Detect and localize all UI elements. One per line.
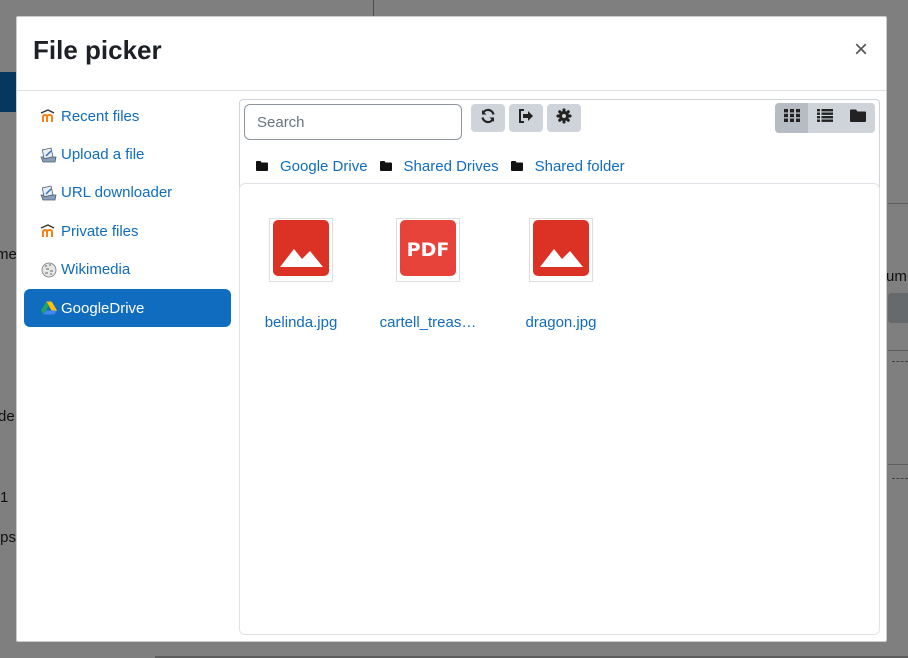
grid-view-button[interactable] [775,103,809,133]
sidebar-item-label: Wikimedia [61,261,131,279]
file-thumbnail [269,218,333,282]
sidebar-item-label: GoogleDrive [61,299,145,317]
sidebar-item-upload-a-file[interactable]: Upload a file [24,135,231,173]
file-item[interactable]: PDF cartell_treas… [368,218,488,331]
wikimedia-icon [40,261,57,278]
list-view-icon [816,109,833,127]
sidebar-item-wikimedia[interactable]: Wikimedia [24,251,231,289]
breadcrumb: Google Drive Shared Drives Shared folder [256,158,637,175]
settings-button[interactable] [547,104,581,132]
file-name: dragon.jpg [525,314,597,331]
search-input[interactable] [244,104,462,140]
folder-icon [510,158,523,175]
file-thumbnail [529,218,593,282]
repository-list: Recent files Upload a file URL downloade… [24,97,231,328]
file-name: cartell_treas… [379,314,477,331]
logout-icon [518,108,534,128]
list-view-button[interactable] [808,103,841,133]
moodle-icon [40,108,57,125]
image-file-icon [532,219,590,282]
upload-icon [40,146,57,163]
file-item[interactable]: dragon.jpg [501,218,621,331]
file-item[interactable]: belinda.jpg [241,218,361,331]
tree-view-button[interactable] [842,103,875,133]
file-picker-dialog: File picker × Recent files Upload a file… [16,16,887,642]
folder-icon [256,158,268,175]
url-download-icon [40,184,57,201]
breadcrumb-item: Google Drive [256,158,368,175]
pdf-file-icon: PDF [399,219,457,282]
tree-view-icon [850,109,867,127]
modal-header: File picker × [17,17,886,91]
file-browser-panel: Google Drive Shared Drives Shared folder [239,99,880,635]
breadcrumb-item: Shared folder [510,158,625,175]
file-thumbnail: PDF [396,218,460,282]
breadcrumb-item: Shared Drives [379,158,499,175]
sidebar-item-label: Recent files [61,107,140,125]
breadcrumb-link-google-drive[interactable]: Google Drive [280,158,368,175]
refresh-icon [480,108,496,129]
sidebar-item-recent-files[interactable]: Recent files [24,97,231,135]
grid-view-icon [783,109,800,127]
sidebar-item-googledrive[interactable]: GoogleDrive [24,288,231,328]
google-drive-icon [40,300,57,317]
sidebar-item-label: Upload a file [61,146,145,164]
image-file-icon [272,219,330,282]
breadcrumb-link-shared-drives[interactable]: Shared Drives [404,158,499,175]
sidebar-item-label: Private files [61,222,139,240]
modal-title: File picker [33,35,162,65]
toolbar: Google Drive Shared Drives Shared folder [239,99,880,189]
sidebar-item-label: URL downloader [61,184,173,202]
view-switcher [775,103,875,133]
settings-icon [556,108,572,129]
file-grid: belinda.jpg PDF cartell_treas… dragon.jp… [239,183,880,635]
moodle-icon [40,223,57,240]
close-button[interactable]: × [850,38,872,62]
sidebar-item-url-downloader[interactable]: URL downloader [24,174,231,212]
refresh-button[interactable] [471,104,505,132]
folder-icon [379,158,392,175]
logout-button[interactable] [509,104,543,132]
breadcrumb-link-shared-folder[interactable]: Shared folder [535,158,625,175]
sidebar-item-private-files[interactable]: Private files [24,212,231,250]
file-name: belinda.jpg [264,314,338,331]
svg-text:PDF: PDF [407,239,450,261]
